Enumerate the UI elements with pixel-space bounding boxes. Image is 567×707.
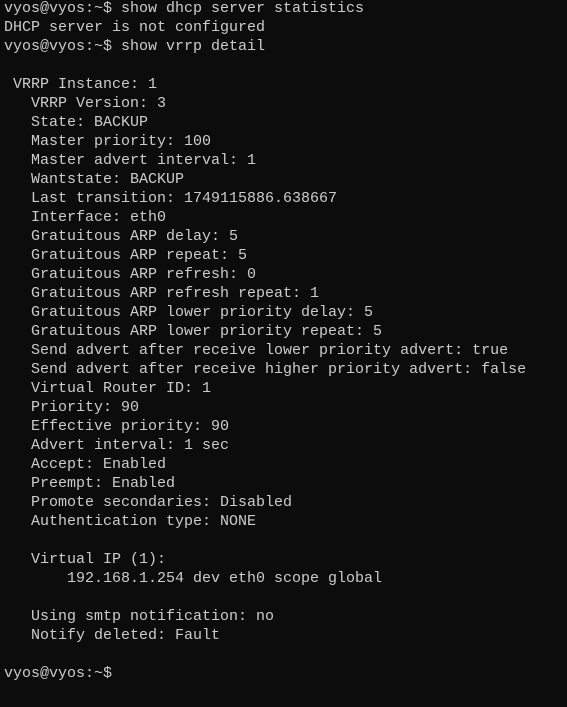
terminal-line: State: BACKUP: [4, 114, 149, 131]
terminal-line: Virtual IP (1):: [4, 551, 167, 568]
terminal-line: 192.168.1.254 dev eth0 scope global: [4, 570, 383, 587]
terminal-line: Gratuitous ARP refresh: 0: [4, 266, 257, 283]
terminal-line: Gratuitous ARP lower priority repeat: 5: [4, 323, 383, 340]
terminal-line: Effective priority: 90: [4, 418, 230, 435]
terminal-line: Notify deleted: Fault: [4, 627, 221, 644]
terminal-line: Advert interval: 1 sec: [4, 437, 230, 454]
terminal-line: Preempt: Enabled: [4, 475, 176, 492]
terminal-line: Send advert after receive higher priorit…: [4, 361, 527, 378]
terminal-line: Last transition: 1749115886.638667: [4, 190, 338, 207]
terminal-line: Authentication type: NONE: [4, 513, 257, 530]
terminal-line: vyos@vyos:~$ show vrrp detail: [4, 38, 266, 55]
terminal-line: Using smtp notification: no: [4, 608, 275, 625]
shell-prompt: vyos@vyos:~$: [4, 665, 113, 682]
terminal-line: Priority: 90: [4, 399, 140, 416]
terminal-line: Interface: eth0: [4, 209, 167, 226]
terminal-line: Accept: Enabled: [4, 456, 167, 473]
terminal-line: Virtual Router ID: 1: [4, 380, 212, 397]
terminal-line: Master advert interval: 1: [4, 152, 257, 169]
terminal-line: DHCP server is not configured: [4, 19, 266, 36]
terminal-line: VRRP Version: 3: [4, 95, 167, 112]
terminal-line: Master priority: 100: [4, 133, 212, 150]
terminal-line: Gratuitous ARP lower priority delay: 5: [4, 304, 374, 321]
terminal-output[interactable]: vyos@vyos:~$ show dhcp server statistics…: [4, 0, 526, 683]
terminal-line: VRRP Instance: 1: [4, 76, 158, 93]
terminal-line: Wantstate: BACKUP: [4, 171, 185, 188]
terminal-line: vyos@vyos:~$ show dhcp server statistics: [4, 0, 365, 17]
terminal-line: Promote secondaries: Disabled: [4, 494, 293, 511]
terminal-line: Send advert after receive lower priority…: [4, 342, 509, 359]
terminal-line: Gratuitous ARP refresh repeat: 1: [4, 285, 320, 302]
terminal-line: Gratuitous ARP delay: 5: [4, 228, 239, 245]
terminal-line: Gratuitous ARP repeat: 5: [4, 247, 248, 264]
